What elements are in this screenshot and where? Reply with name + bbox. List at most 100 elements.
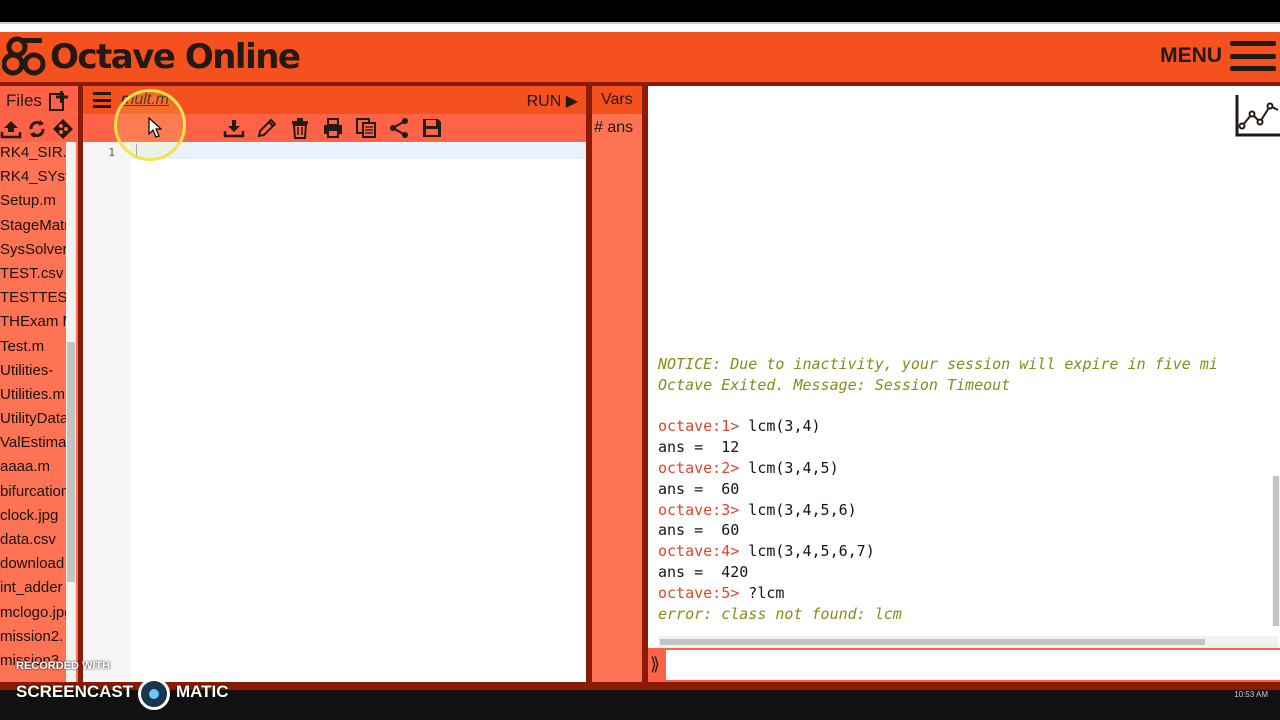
hamburger-icon [1230,41,1276,71]
file-item[interactable]: download [0,553,70,577]
files-header: Files [0,86,78,142]
console-line: octave:5> ?lcm [658,583,1218,604]
download-icon[interactable] [223,117,245,139]
taskbar-clock: 10:53 AM [1234,690,1268,699]
editor-active-line[interactable] [130,143,586,159]
file-item[interactable]: RK4_SYstem.m [0,166,70,190]
file-item[interactable]: mission2. [0,626,70,650]
screen: Octave Online MENU Files RK4_SIR. RK4_SY… [0,0,1280,720]
file-list: RK4_SIR.mRK4_SYstem.mSetup.mStageMatrix.… [0,142,70,674]
editor-panel: mult.m RUN ▶ 1 [83,86,586,682]
console-prompt: octave:5> [658,583,740,602]
console-command: lcm(3,4,5,6) [739,500,857,519]
watermark-matic: MATIC [176,682,229,701]
console-notice: NOTICE: Due to inactivity, your session … [658,355,1218,373]
double-chevron-icon: ⟫ [650,654,661,674]
file-item[interactable]: TESTTEST.m [0,287,70,311]
trash-icon[interactable] [289,117,311,139]
editor-title-bar: mult.m RUN ▶ [83,86,586,114]
file-item[interactable]: StageMatrix.m [0,215,70,239]
octave-logo-icon [2,36,46,76]
file-item[interactable]: Setup.m [0,190,70,214]
pencil-icon[interactable] [256,117,278,139]
editor-menu-icon[interactable] [93,92,111,108]
console-result: ans = 420 [658,562,749,581]
console-result: ans = 60 [658,479,740,498]
console-hscroll-thumb[interactable] [660,639,1205,645]
file-item[interactable]: SysSolver.m [0,239,70,263]
file-item[interactable]: Utilities.m [0,384,70,408]
copy-icon[interactable] [355,117,377,139]
file-item[interactable]: UtilityData [0,408,70,432]
save-icon[interactable] [421,117,443,139]
editor-filename[interactable]: mult.m [121,91,169,109]
add-file-icon[interactable] [48,90,70,112]
refresh-icon[interactable] [26,118,48,140]
menu-button[interactable]: MENU [1160,41,1276,71]
vars-header: Vars [592,86,642,114]
console-prompt: octave:4> [658,542,740,561]
app-header: Octave Online MENU [0,32,1280,82]
console-line: octave:1> lcm(3,4) [658,416,1218,437]
file-item[interactable]: Utilities- [0,360,70,384]
logo-text: Octave Online [50,37,301,77]
files-scrollbar[interactable] [66,142,76,682]
console-output: NOTICE: Due to inactivity, your session … [658,354,1218,624]
watermark-screencast: SCREENCAST [16,682,134,701]
editor-header: mult.m RUN ▶ [83,86,586,142]
file-item[interactable]: THExam M [0,311,70,335]
logo[interactable]: Octave Online [2,36,301,78]
file-item[interactable]: ValEstimate [0,432,70,456]
console-line: octave:2> lcm(3,4,5) [658,458,1218,479]
file-item[interactable]: RK4_SIR.m [0,142,70,166]
console-line: octave:3> lcm(3,4,5,6) [658,500,1218,521]
console-notice: Octave Exited. Message: Session Timeout [658,375,1011,394]
console-command: lcm(3,4,5,6,7) [739,542,875,561]
file-item[interactable]: int_adder [0,577,70,601]
plot-icon[interactable] [1234,92,1280,138]
git-icon[interactable] [52,118,74,140]
browser-strip [0,0,1280,24]
file-item[interactable]: Test.m [0,336,70,360]
console-command: ?lcm [739,583,785,602]
file-item[interactable]: bifurcation [0,481,70,505]
console-vscroll-thumb[interactable] [1273,476,1279,626]
console-command-input[interactable] [666,650,1280,680]
console-prompt: octave:3> [658,500,740,519]
vars-title: Vars [601,91,633,108]
text-caret [136,144,137,158]
print-icon[interactable] [322,117,344,139]
console-command: lcm(3,4) [739,417,821,436]
console-horizontal-scrollbar[interactable] [658,636,1278,648]
file-item[interactable]: mclogo.jpg [0,602,70,626]
console-line: octave:4> lcm(3,4,5,6,7) [658,541,1218,562]
console-prompt: octave:1> [658,417,740,436]
file-item[interactable]: clock.jpg [0,505,70,529]
editor-toolbar [223,117,443,139]
menu-label: MENU [1160,44,1222,67]
files-panel: Files RK4_SIR. RK4_SYs Setup.m StageMatr… [0,86,78,682]
var-item-ans[interactable]: # ans [594,119,633,137]
share-icon[interactable] [388,117,410,139]
file-item[interactable]: aaaa.m [0,456,70,480]
watermark-recorded-with: RECORDED WITH [16,660,111,672]
console-panel: NOTICE: Due to inactivity, your session … [648,86,1280,682]
files-scroll-thumb[interactable] [67,342,75,582]
files-title: Files [6,91,42,110]
files-toolbar [0,118,74,140]
line-number: 1 [108,146,115,159]
console-command: lcm(3,4,5) [739,458,839,477]
console-prompt: octave:2> [658,458,740,477]
file-item[interactable]: data.csv [0,529,70,553]
console-result: ans = 12 [658,438,740,457]
file-item[interactable]: TEST.csv [0,263,70,287]
console-input-bar: ⟫ [648,648,1280,682]
run-button[interactable]: RUN ▶ [527,91,578,111]
vars-panel: Vars # ans [592,86,642,682]
screencast-logo-icon [138,678,170,710]
console-result: ans = 60 [658,521,740,540]
upload-icon[interactable] [0,118,22,140]
console-error: error: class not found: lcm [658,604,902,623]
console-vertical-scrollbar[interactable] [1272,476,1280,626]
